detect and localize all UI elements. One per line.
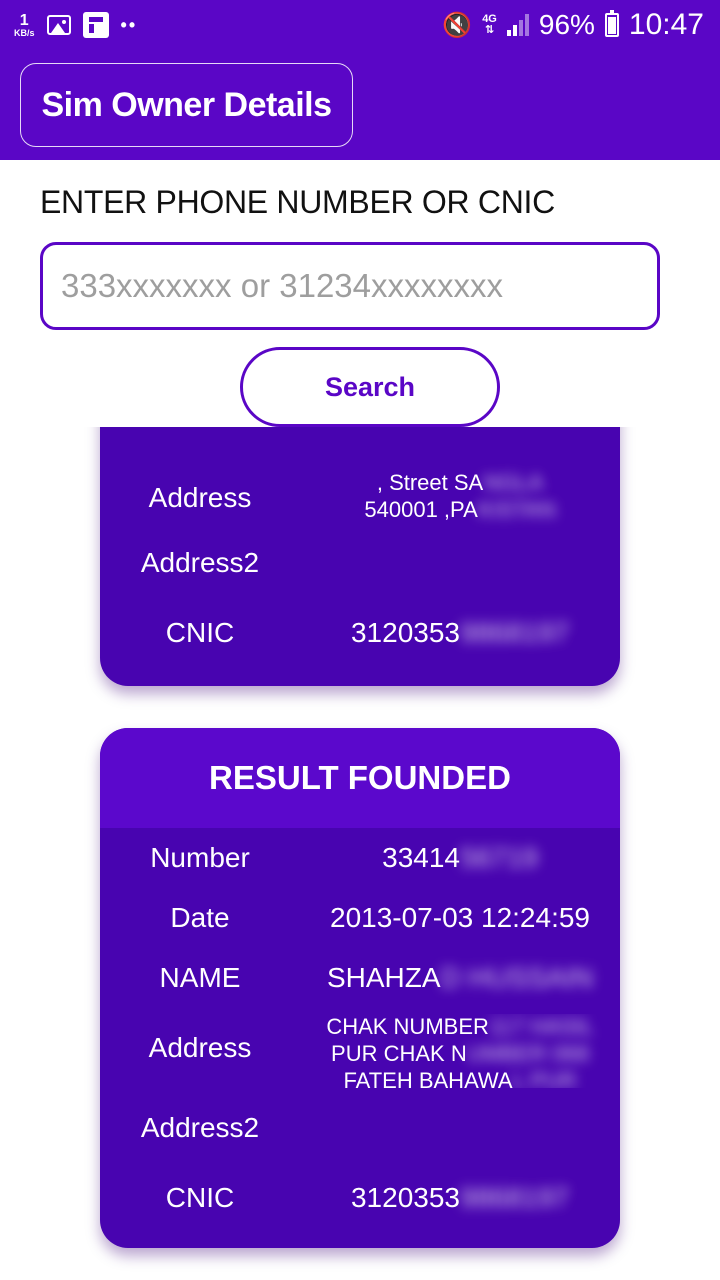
result-row-cnic: CNIC 31203539868197	[100, 1182, 620, 1222]
app-bar: Sim Owner Details	[0, 50, 720, 160]
row-value: 31203539868197	[350, 617, 570, 648]
row-label: Address	[148, 482, 252, 513]
search-label: ENTER PHONE NUMBER OR CNIC	[40, 184, 555, 220]
net-speed-value: 1	[19, 11, 29, 29]
app-screen: 1 KB/s •• 🔇 4G ⇅ 96% 10:47 Sim Owner Det…	[0, 0, 720, 1280]
network-type-indicator: 4G ⇅	[482, 14, 497, 36]
app-title: Sim Owner Details	[20, 63, 353, 147]
row-label: Address2	[140, 547, 260, 578]
row-label: CNIC	[165, 617, 235, 648]
row-label: Address2	[140, 1112, 260, 1143]
row-label: NAME	[159, 962, 241, 993]
row-value: , Street SANGLA 540001 ,PAKISTAN	[364, 470, 556, 522]
search-button[interactable]: Search	[240, 347, 500, 427]
result-card-header: RESULT FOUNDED	[100, 728, 620, 828]
phone-cnic-input[interactable]	[40, 242, 660, 330]
result-card: Address , Street SANGLA 540001 ,PAKISTAN…	[100, 427, 620, 686]
row-label: Address	[148, 1032, 252, 1063]
row-label: Date	[170, 902, 230, 933]
result-row-address2: Address2	[100, 547, 620, 597]
battery-icon	[604, 10, 619, 37]
result-row-number: Number 3341456719	[100, 842, 620, 882]
battery-percent: 96%	[538, 9, 595, 40]
row-value: 31203539868197	[350, 1182, 570, 1213]
row-value: SHAHZAD HUSSAIN	[326, 962, 594, 993]
status-bar: 1 KB/s •• 🔇 4G ⇅ 96% 10:47	[0, 0, 720, 50]
result-row-address2: Address2	[100, 1112, 620, 1152]
net-speed-indicator: 1 KB/s	[14, 11, 35, 38]
result-card: RESULT FOUNDED Number 3341456719 Date 20…	[100, 728, 620, 1248]
status-bar-right: 🔇 4G ⇅ 96% 10:47	[442, 6, 704, 44]
gallery-icon	[46, 15, 71, 35]
flipboard-icon	[82, 12, 109, 38]
row-value: 2013-07-03 12:24:59	[330, 902, 590, 933]
data-arrows-icon: ⇅	[484, 24, 495, 36]
mute-icon: 🔇	[442, 11, 473, 39]
clock: 10:47	[628, 8, 704, 41]
results-list[interactable]: Address , Street SANGLA 540001 ,PAKISTAN…	[0, 427, 720, 1280]
row-value: 3341456719	[382, 842, 538, 873]
row-label: Number	[150, 842, 250, 873]
signal-icon	[506, 14, 529, 36]
result-row-date: Date 2013-07-03 12:24:59	[100, 902, 620, 942]
status-bar-left: 1 KB/s ••	[14, 8, 137, 42]
result-row-name: NAME SHAHZAD HUSSAIN	[100, 962, 620, 1002]
net-speed-unit: KB/s	[14, 27, 35, 38]
row-label: CNIC	[165, 1182, 235, 1213]
result-row-address: Address , Street SANGLA 540001 ,PAKISTAN	[100, 462, 620, 532]
result-row-address: Address CHAK NUMBER 117 HASIL PUR CHAK N…	[100, 1012, 620, 1092]
more-dots-icon: ••	[120, 14, 138, 35]
result-row-cnic: CNIC 31203539868197	[100, 617, 620, 667]
row-value: CHAK NUMBER 117 HASIL PUR CHAK NUMBER 06…	[326, 1014, 594, 1088]
